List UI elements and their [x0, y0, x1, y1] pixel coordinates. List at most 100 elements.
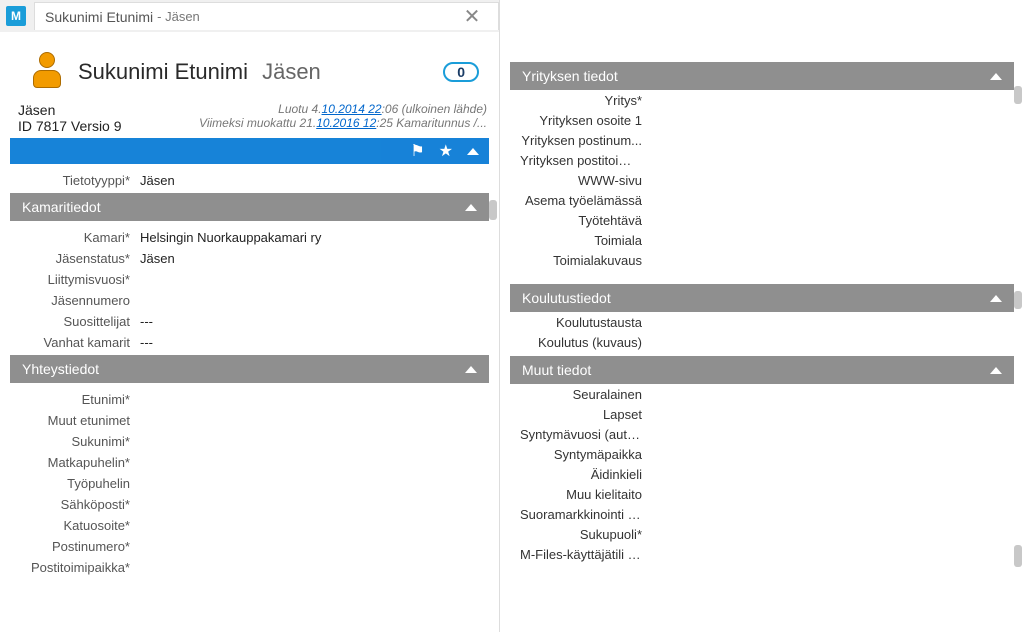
tab-title: Sukunimi Etunimi [45, 9, 153, 25]
label-aidinkieli: Äidinkieli [520, 467, 654, 482]
value-matkapuhelin[interactable] [140, 455, 489, 470]
value-kamari[interactable]: Helsingin Nuorkauppakamari ry [140, 230, 489, 245]
section-yhteystiedot[interactable]: Yhteystiedot [10, 355, 489, 383]
value-yritys[interactable] [654, 93, 1004, 108]
row-yrityksen-postinum: Yrityksen postinum... [520, 130, 1004, 150]
app-icon[interactable]: M [6, 6, 26, 26]
scrollbar-right-3[interactable] [1014, 545, 1022, 567]
value-koulutustausta[interactable] [654, 315, 1004, 330]
value-lapset[interactable] [654, 407, 1004, 422]
flag-icon[interactable]: ⚑ [410, 141, 424, 161]
value-yrityksen-postitoimi[interactable] [654, 153, 1004, 168]
value-suoramarkkinointi[interactable] [654, 507, 1004, 522]
value-muut-etunimet[interactable] [140, 413, 489, 428]
label-etunimi: Etunimi* [10, 392, 140, 407]
value-postinumero[interactable] [140, 539, 489, 554]
created-prefix: Luotu 4. [278, 102, 321, 116]
close-icon[interactable]: ✕ [456, 4, 488, 29]
value-syntymavuosi[interactable] [654, 427, 1004, 442]
active-tab[interactable]: Sukunimi Etunimi - Jäsen ✕ [34, 2, 499, 30]
value-tietotyyppi[interactable]: Jäsen [140, 173, 489, 188]
row-toimiala: Toimiala [520, 230, 1004, 250]
yhteystiedot-list: Etunimi* Muut etunimet Sukunimi* Matkapu… [0, 383, 499, 578]
modified-suffix: :25 Kamaritunnus /... [376, 116, 487, 130]
value-jasenstatus[interactable]: Jäsen [140, 251, 489, 266]
scrollbar-right-2[interactable] [1014, 291, 1022, 309]
chevron-up-icon[interactable] [465, 204, 477, 211]
section-yrityksen[interactable]: Yrityksen tiedot [510, 62, 1014, 90]
label-mfiles: M-Files-käyttäjätili (... [520, 547, 654, 562]
value-postitoimipaikka[interactable] [140, 560, 489, 575]
label-asema: Asema työelämässä [520, 193, 654, 208]
value-sukupuoli[interactable] [654, 527, 1004, 542]
row-syntymavuosi: Syntymävuosi (auto... [520, 424, 1004, 444]
label-postinumero: Postinumero* [10, 539, 140, 554]
chevron-up-icon[interactable] [990, 295, 1002, 302]
row-muu-kielitaito: Muu kielitaito [520, 484, 1004, 504]
label-sahkoposti: Sähköposti* [10, 497, 140, 512]
row-yritys: Yritys* [520, 90, 1004, 110]
section-muut[interactable]: Muut tiedot [510, 356, 1014, 384]
label-kamari: Kamari* [10, 230, 140, 245]
value-sahkoposti[interactable] [140, 497, 489, 512]
scrollbar-left[interactable] [489, 200, 497, 220]
modified-link[interactable]: 10.2016 12 [316, 116, 376, 130]
value-koulutus-kuvaus[interactable] [654, 335, 1004, 350]
value-liittymisvuosi[interactable] [140, 272, 489, 287]
collapse-icon[interactable] [467, 148, 479, 155]
value-syntymapaikka[interactable] [654, 447, 1004, 462]
value-tyotehtava[interactable] [654, 213, 1004, 228]
value-toimiala[interactable] [654, 233, 1004, 248]
value-yrityksen-postinum[interactable] [654, 133, 1004, 148]
scrollbar-right-1[interactable] [1014, 86, 1022, 104]
value-muu-kielitaito[interactable] [654, 487, 1004, 502]
value-etunimi[interactable] [140, 392, 489, 407]
row-liittymisvuosi: Liittymisvuosi* [10, 269, 489, 290]
value-katuosoite[interactable] [140, 518, 489, 533]
row-postitoimipaikka: Postitoimipaikka* [10, 557, 489, 578]
modified-prefix: Viimeksi muokattu 21. [199, 116, 316, 130]
label-koulutustausta: Koulutustausta [520, 315, 654, 330]
koulutus-list: Koulutustausta Koulutus (kuvaus) [510, 312, 1014, 352]
card-subtitle: Jäsen [262, 59, 321, 84]
section-koulutus[interactable]: Koulutustiedot [510, 284, 1014, 312]
row-sukupuoli: Sukupuoli* [520, 524, 1004, 544]
value-jasennumero[interactable] [140, 293, 489, 308]
label-seuralainen: Seuralainen [520, 387, 654, 402]
label-muut-etunimet: Muut etunimet [10, 413, 140, 428]
card-title: Sukunimi Etunimi Jäsen [78, 59, 321, 85]
value-www[interactable] [654, 173, 1004, 188]
meta-id: ID 7817 Versio 9 [18, 118, 122, 134]
label-sukunimi: Sukunimi* [10, 434, 140, 449]
label-syntymapaikka: Syntymäpaikka [520, 447, 654, 462]
star-icon[interactable]: ★ [439, 141, 453, 161]
yrityksen-list: Yritys* Yrityksen osoite 1 Yrityksen pos… [510, 90, 1014, 270]
created-link[interactable]: 10.2014 22 [322, 102, 382, 116]
section-yhteystiedot-label: Yhteystiedot [22, 361, 99, 377]
card-header: Sukunimi Etunimi Jäsen 0 [0, 32, 499, 102]
value-mfiles[interactable] [654, 547, 1004, 562]
kamaritiedot-list: Kamari* Helsingin Nuorkauppakamari ry Jä… [0, 221, 499, 353]
chevron-up-icon[interactable] [465, 366, 477, 373]
value-yrityksen-osoite[interactable] [654, 113, 1004, 128]
section-koulutus-label: Koulutustiedot [522, 290, 611, 306]
chevron-up-icon[interactable] [990, 73, 1002, 80]
value-tyopuhelin[interactable] [140, 476, 489, 491]
row-matkapuhelin: Matkapuhelin* [10, 452, 489, 473]
row-tyotehtava: Työtehtävä [520, 210, 1004, 230]
label-yrityksen-postinum: Yrityksen postinum... [520, 133, 654, 148]
label-www: WWW-sivu [520, 173, 654, 188]
value-vanhatkamarit[interactable]: --- [140, 335, 489, 350]
value-sukunimi[interactable] [140, 434, 489, 449]
comment-badge[interactable]: 0 [443, 62, 479, 82]
label-yrityksen-postitoimi: Yrityksen postitoimi... [520, 153, 654, 168]
value-suosittelijat[interactable]: --- [140, 314, 489, 329]
action-bar: ⚑ ★ [10, 138, 489, 164]
section-kamaritiedot[interactable]: Kamaritiedot [10, 193, 489, 221]
value-toimialakuvaus[interactable] [654, 253, 1004, 268]
value-aidinkieli[interactable] [654, 467, 1004, 482]
row-jasenstatus: Jäsenstatus* Jäsen [10, 248, 489, 269]
chevron-up-icon[interactable] [990, 367, 1002, 374]
value-seuralainen[interactable] [654, 387, 1004, 402]
value-asema[interactable] [654, 193, 1004, 208]
